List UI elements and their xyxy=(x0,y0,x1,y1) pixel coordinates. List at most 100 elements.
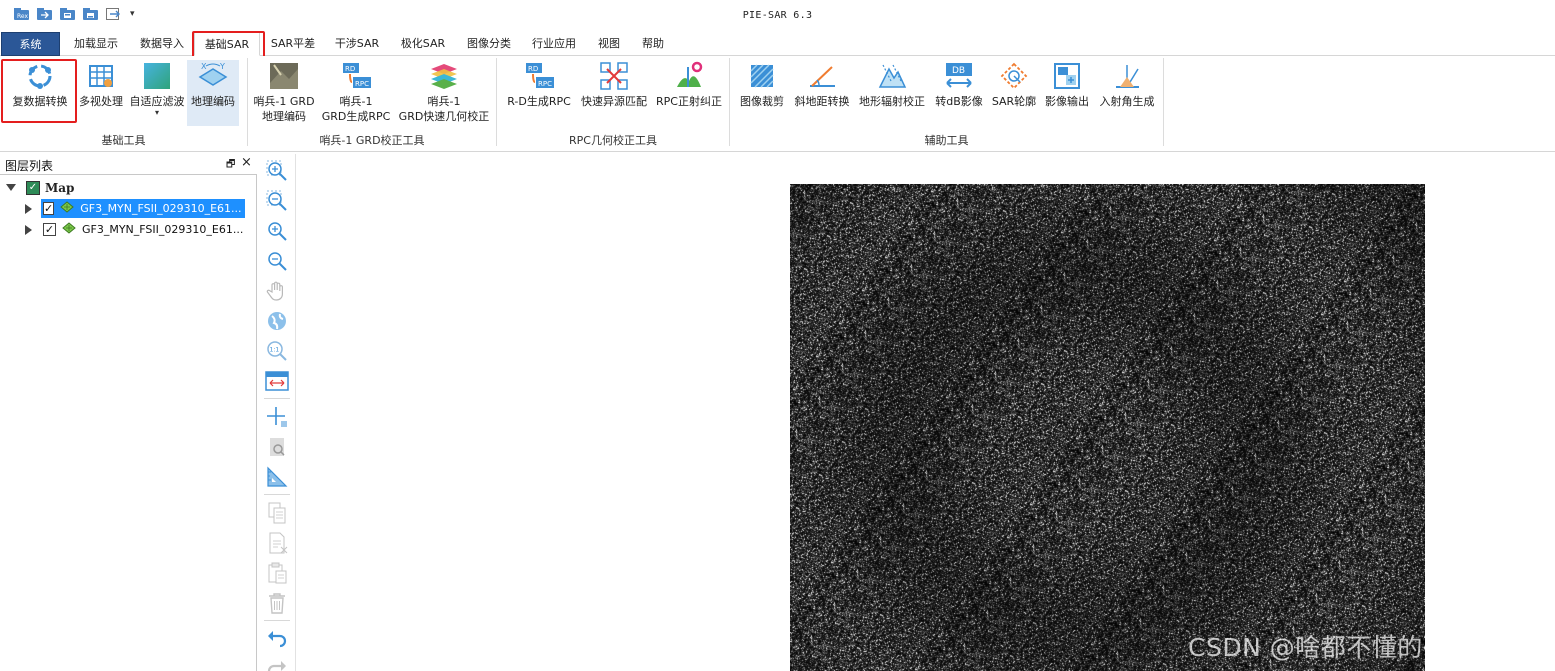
float-window-icon[interactable]: 🗗 xyxy=(226,157,235,174)
crosshair-identify-icon[interactable] xyxy=(263,404,291,430)
zoom-box-in-icon[interactable] xyxy=(263,158,291,184)
tab-industry[interactable]: 行业应用 xyxy=(527,32,581,56)
fit-width-icon[interactable] xyxy=(263,368,291,394)
tab-basic-sar[interactable]: 基础SAR xyxy=(194,32,260,56)
zoom-in-icon[interactable] xyxy=(263,218,291,244)
tab-data-import[interactable]: 数据导入 xyxy=(134,32,190,56)
incidence-angle-icon xyxy=(1111,60,1143,92)
db-badge-text: DB xyxy=(952,66,965,76)
toolbar-separator xyxy=(264,398,290,399)
terrain-radiometric-icon xyxy=(876,60,908,92)
sentinel-geocode-button[interactable]: 哨兵-1 GRD 地理编码 xyxy=(251,60,317,124)
layer-panel-header: 图层列表 🗗 × xyxy=(0,154,257,175)
complex-data-convert-button[interactable]: 复数据转换 xyxy=(7,60,73,109)
adaptive-filter-dropdown-icon[interactable]: ▾ xyxy=(155,109,159,117)
cut-icon[interactable] xyxy=(263,530,291,556)
geocode-button[interactable]: XY 地理编码 xyxy=(187,60,239,126)
sar-outline-icon xyxy=(998,60,1030,92)
rd-generate-rpc-label: R-D生成RPC xyxy=(507,95,571,108)
toolbar-separator xyxy=(264,494,290,495)
tree-root-row[interactable]: ✓ Map xyxy=(4,177,254,198)
tab-help[interactable]: 帮助 xyxy=(636,32,670,56)
tab-sar-adjustment[interactable]: SAR平差 xyxy=(266,32,320,56)
tab-system[interactable]: 系统 xyxy=(1,32,60,56)
tab-load-display[interactable]: 加载显示 xyxy=(66,32,126,56)
sar-image[interactable] xyxy=(790,184,1425,671)
sar-outline-label: SAR轮廓 xyxy=(991,95,1037,108)
group-separator xyxy=(1163,58,1164,146)
identify-icon[interactable] xyxy=(263,434,291,460)
geocode-label: 地理编码 xyxy=(191,95,235,108)
sentinel-geocode-label: 哨兵-1 GRD xyxy=(253,95,315,108)
collapse-arrow-icon[interactable] xyxy=(25,203,32,214)
slant-ground-label: 斜地距转换 xyxy=(794,95,850,108)
rpc-ortho-correct-button[interactable]: RPC正射纠正 xyxy=(653,60,725,109)
map-root-checkbox[interactable]: ✓ xyxy=(26,180,40,195)
paste-icon[interactable] xyxy=(263,560,291,586)
check-icon: ✓ xyxy=(44,202,54,215)
heterologous-match-button[interactable]: 快速异源匹配 xyxy=(578,60,650,109)
image-export-label: 影像输出 xyxy=(1045,95,1089,108)
sentinel-geocode-icon xyxy=(268,60,300,92)
complex-data-convert-icon xyxy=(24,60,56,92)
sar-outline-button[interactable]: SAR轮廓 xyxy=(989,60,1039,109)
check-icon: ✓ xyxy=(28,182,38,193)
collapse-arrow-icon[interactable] xyxy=(25,224,32,235)
group-label-basic-tools: 基础工具 xyxy=(101,134,146,147)
close-icon[interactable]: × xyxy=(241,155,252,170)
tab-classification[interactable]: 图像分类 xyxy=(462,32,516,56)
zoom-box-out-icon[interactable] xyxy=(263,188,291,214)
svg-text:RD: RD xyxy=(345,65,355,73)
layer-panel: 图层列表 🗗 × ✓ Map ✓ GF3_MYN_FSII_029310_E61… xyxy=(0,154,257,671)
zoom-out-icon[interactable] xyxy=(263,248,291,274)
tab-view[interactable]: 视图 xyxy=(592,32,626,56)
slant-ground-button[interactable]: 斜地距转换 xyxy=(791,60,853,109)
watermark: CSDN @啥都不懂的研究生 xyxy=(1188,633,1500,662)
svg-text:RD: RD xyxy=(528,65,538,73)
sentinel-grd-rpc-button[interactable]: RD RPC 哨兵-1 GRD生成RPC xyxy=(319,60,393,124)
slant-ground-icon xyxy=(806,60,838,92)
full-extent-globe-icon[interactable] xyxy=(263,308,291,334)
image-export-button[interactable]: 影像输出 xyxy=(1042,60,1092,109)
db-image-icon: DB xyxy=(943,60,975,92)
group-label-rpc-tools: RPC几何校正工具 xyxy=(569,134,657,147)
db-image-button[interactable]: DB 转dB影像 xyxy=(931,60,987,109)
image-export-icon xyxy=(1051,60,1083,92)
tab-insar[interactable]: 干涉SAR xyxy=(330,32,384,56)
sentinel-fast-geometry-button[interactable]: 哨兵-1 GRD快速几何校正 xyxy=(397,60,491,124)
actual-size-text: 1:1 xyxy=(270,347,280,354)
window-title: PIE-SAR 6.3 xyxy=(742,10,813,21)
group-label-aux-tools: 辅助工具 xyxy=(924,134,969,147)
layer-checkbox[interactable]: ✓ xyxy=(43,223,56,236)
map-view[interactable] xyxy=(297,154,1555,671)
multilook-button[interactable]: 多视处理 xyxy=(76,60,126,109)
expand-arrow-icon[interactable] xyxy=(6,184,16,191)
rpc-ortho-correct-label: RPC正射纠正 xyxy=(656,95,722,108)
delete-icon[interactable] xyxy=(263,590,291,616)
redo-icon[interactable] xyxy=(263,656,291,671)
layer-row[interactable]: ✓ GF3_MYN_FSII_029310_E61... xyxy=(25,219,254,240)
adaptive-filter-button[interactable]: 自适应滤波 ▾ xyxy=(127,60,187,117)
svg-text:X: X xyxy=(201,62,207,71)
image-crop-button[interactable]: 图像裁剪 xyxy=(737,60,787,109)
undo-icon[interactable] xyxy=(263,626,291,652)
terrain-radiometric-button[interactable]: 地形辐射校正 xyxy=(856,60,928,109)
incidence-angle-button[interactable]: 入射角生成 xyxy=(1096,60,1158,109)
ribbon: 复数据转换 多视处理 自适应滤波 ▾ XY 地理编码 基础工具 哨兵-1 GRD… xyxy=(0,56,1555,152)
adaptive-filter-label: 自适应滤波 xyxy=(129,95,185,108)
copy-icon[interactable] xyxy=(263,500,291,526)
multilook-icon xyxy=(85,60,117,92)
raster-layer-icon xyxy=(62,222,76,237)
tab-polsar[interactable]: 极化SAR xyxy=(396,32,450,56)
rd-generate-rpc-button[interactable]: RD RPC R-D生成RPC xyxy=(504,60,574,109)
pan-hand-icon[interactable] xyxy=(263,278,291,304)
raster-layer-icon xyxy=(60,201,74,216)
svg-text:RPC: RPC xyxy=(538,80,552,88)
map-root-label: Map xyxy=(45,180,75,195)
db-image-label: 转dB影像 xyxy=(935,95,983,108)
check-icon: ✓ xyxy=(44,223,55,236)
actual-size-icon[interactable]: 1:1 xyxy=(263,338,291,364)
layer-row[interactable]: ✓ GF3_MYN_FSII_029310_E61... xyxy=(25,198,254,219)
layer-checkbox[interactable]: ✓ xyxy=(43,202,55,215)
measure-icon[interactable] xyxy=(263,464,291,490)
